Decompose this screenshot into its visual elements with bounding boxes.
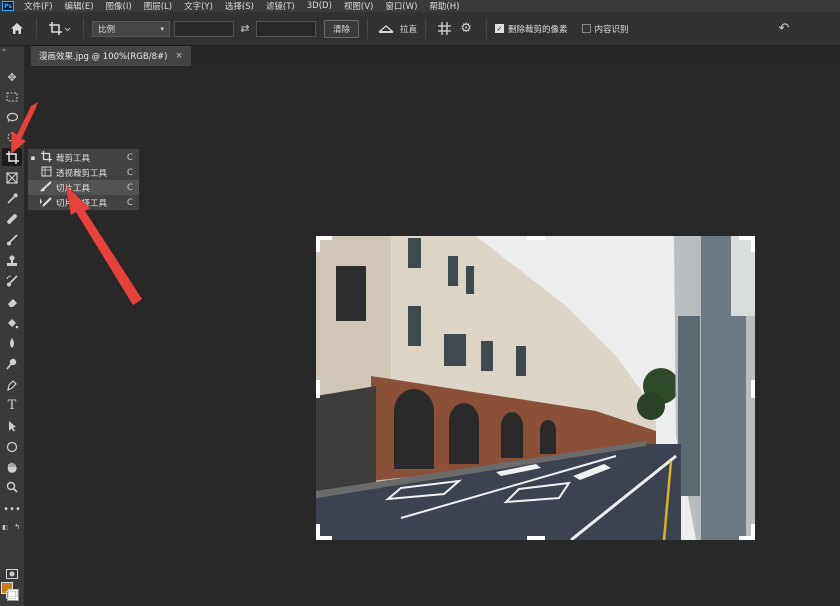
shortcut-key: C (127, 167, 133, 178)
flyout-item-slice-select-tool[interactable]: 切片选择工具 C (28, 195, 139, 210)
toolbox-grip[interactable]: » (0, 46, 24, 54)
healing-icon[interactable] (2, 210, 22, 228)
clear-button[interactable]: 清除 (324, 19, 360, 38)
menu-3d[interactable]: 3D(D) (301, 1, 338, 11)
menu-filter[interactable]: 滤镜(T) (260, 0, 301, 12)
eyedropper-icon[interactable] (2, 190, 22, 208)
crop-handle-top[interactable] (527, 236, 545, 240)
quick-select-icon[interactable] (2, 128, 22, 146)
check-icon[interactable]: ✓ (495, 24, 505, 33)
height-input[interactable] (256, 20, 316, 37)
document-tab-bar: 漫画效果.jpg @ 100%(RGB/8#) × (28, 46, 840, 66)
frame-icon[interactable] (2, 169, 22, 187)
zoom-icon[interactable] (2, 478, 22, 496)
hand-icon[interactable] (2, 458, 22, 476)
perspective-crop-icon (38, 166, 54, 180)
menu-file[interactable]: 文件(F) (18, 0, 59, 12)
grid-overlay-icon[interactable] (434, 22, 454, 35)
shortcut-key: C (127, 152, 133, 163)
document-tab[interactable]: 漫画效果.jpg @ 100%(RGB/8#) × (31, 46, 191, 66)
type-icon[interactable]: T (2, 396, 22, 414)
quick-mask-icon[interactable] (2, 565, 22, 583)
crop-preset-icon[interactable] (45, 21, 75, 36)
pen-icon[interactable] (2, 376, 22, 394)
crop-tool-flyout: ▪ 裁剪工具 C 透视裁剪工具 C 切片工具 C 切片选择工具 C (27, 148, 140, 211)
straighten-icon[interactable] (376, 24, 396, 34)
delete-cropped-checkbox[interactable]: ✓ 删除裁剪的像素 (495, 23, 568, 35)
shape-icon[interactable] (2, 438, 22, 456)
dodge-icon[interactable] (2, 355, 22, 373)
flyout-item-label: 透视裁剪工具 (56, 168, 108, 179)
menu-type[interactable]: 文字(Y) (178, 0, 219, 12)
flyout-item-slice-tool[interactable]: 切片工具 C (28, 180, 139, 195)
straighten-label[interactable]: 拉直 (400, 23, 417, 35)
slice-icon (38, 180, 54, 195)
brush-icon[interactable] (2, 231, 22, 249)
crop-handle-bottom-left[interactable] (316, 524, 320, 540)
unchecked-box-icon[interactable] (581, 24, 591, 33)
flyout-item-crop-tool[interactable]: ▪ 裁剪工具 C (28, 150, 139, 165)
flyout-item-label: 切片选择工具 (56, 198, 108, 209)
delete-cropped-label: 删除裁剪的像素 (508, 24, 568, 35)
path-select-icon[interactable] (2, 417, 22, 435)
shortcut-key: C (127, 182, 133, 193)
width-input[interactable] (174, 20, 234, 37)
toolbox: » ✥ T ••• ◧ ↰ (0, 46, 25, 606)
street-photo (316, 236, 755, 540)
crop-handle-top-left[interactable] (316, 236, 320, 252)
menu-window[interactable]: 窗口(W) (379, 0, 423, 12)
menu-help[interactable]: 帮助(H) (423, 0, 465, 12)
chevron-down-icon: ▾ (160, 24, 164, 33)
crop-icon[interactable] (2, 148, 22, 166)
more-icon[interactable]: ••• (2, 500, 22, 518)
crop-handle-left[interactable] (316, 380, 320, 398)
gear-icon[interactable]: ⚙ (454, 21, 478, 36)
flyout-item-label: 切片工具 (56, 183, 91, 194)
lasso-icon[interactable] (2, 108, 22, 126)
menu-select[interactable]: 选择(S) (219, 0, 260, 12)
crop-icon (38, 150, 54, 165)
menu-view[interactable]: 视图(V) (338, 0, 379, 12)
move-icon[interactable]: ✥ (2, 68, 22, 86)
marquee-icon[interactable] (2, 88, 22, 106)
menu-layer[interactable]: 图层(L) (138, 0, 178, 12)
ratio-dropdown[interactable]: 比例 ▾ (92, 20, 170, 37)
document-tab-title: 漫画效果.jpg @ 100%(RGB/8#) (39, 52, 168, 62)
default-colors-icon[interactable]: ◧ (0, 518, 10, 536)
home-icon[interactable] (6, 22, 28, 35)
menu-bar: Ps 文件(F) 编辑(E) 图像(I) 图层(L) 文字(Y) 选择(S) 滤… (0, 0, 840, 12)
crop-handle-bottom[interactable] (527, 536, 545, 540)
photoshop-logo: Ps (2, 1, 14, 11)
content-aware-checkbox[interactable]: 内容识别 (581, 23, 629, 35)
document-canvas[interactable] (316, 236, 755, 540)
reset-icon[interactable]: ↶ (774, 21, 794, 36)
active-bullet: ▪ (30, 153, 36, 162)
paint-bucket-icon[interactable] (2, 314, 22, 332)
menu-edit[interactable]: 编辑(E) (59, 0, 100, 12)
crop-handle-top-right[interactable] (751, 236, 755, 252)
crop-handle-right[interactable] (751, 380, 755, 398)
screen-mode-icon[interactable] (2, 585, 22, 603)
blur-icon[interactable] (2, 334, 22, 352)
stamp-icon[interactable] (2, 252, 22, 270)
flyout-item-label: 裁剪工具 (56, 153, 91, 164)
flyout-item-perspective-crop-tool[interactable]: 透视裁剪工具 C (28, 165, 139, 180)
menu-image[interactable]: 图像(I) (100, 0, 138, 12)
slice-select-icon (38, 196, 54, 210)
content-aware-label: 内容识别 (594, 24, 629, 35)
close-icon[interactable]: × (175, 51, 183, 61)
shortcut-key: C (127, 197, 133, 208)
crop-handle-bottom-right[interactable] (751, 524, 755, 540)
swap-colors-icon[interactable]: ↰ (12, 518, 22, 536)
history-brush-icon[interactable] (2, 272, 22, 290)
options-bar: 比例 ▾ ⇄ 清除 拉直 ⚙ ✓ 删除裁剪的像素 内容识别 ↶ (0, 12, 840, 46)
eraser-icon[interactable] (2, 293, 22, 311)
swap-icon[interactable]: ⇄ (234, 22, 256, 35)
ratio-dropdown-label: 比例 (98, 24, 116, 35)
